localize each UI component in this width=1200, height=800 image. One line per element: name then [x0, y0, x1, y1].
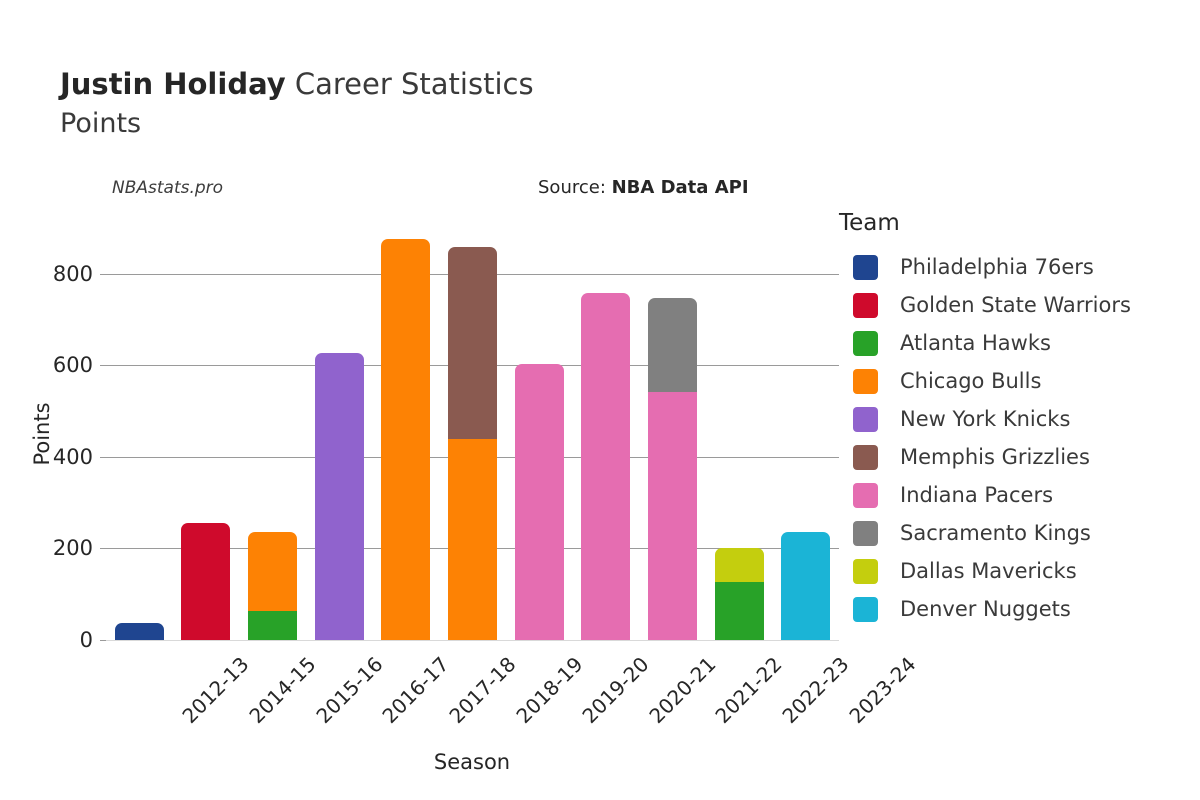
watermark: NBAstats.pro	[112, 178, 224, 198]
y-tick-label: 0	[79, 628, 93, 652]
legend-item-label: New York Knicks	[900, 407, 1071, 431]
bar-segment[interactable]	[514, 364, 564, 640]
bar-stack[interactable]	[581, 228, 631, 640]
legend-item-label: Atlanta Hawks	[900, 331, 1051, 355]
legend-swatch-icon	[853, 406, 878, 432]
bar-stack[interactable]	[181, 228, 231, 640]
source-note: Source: NBA Data API	[538, 177, 749, 198]
y-tick-label: 800	[52, 261, 93, 286]
legend-item-label: Sacramento Kings	[900, 521, 1091, 545]
legend-item-label: Denver Nuggets	[900, 597, 1071, 621]
bar-stack[interactable]	[248, 228, 298, 640]
bar-stack[interactable]	[647, 228, 697, 640]
x-tick-label: 2020-21	[644, 652, 721, 729]
legend-item[interactable]: Denver Nuggets	[839, 590, 1189, 628]
x-tick-label: 2018-19	[510, 652, 588, 729]
bar-segment[interactable]	[181, 522, 231, 640]
bar-segment[interactable]	[248, 611, 298, 640]
bar-stack[interactable]	[448, 228, 497, 640]
source-value: NBA Data API	[611, 177, 749, 198]
bar-stack[interactable]	[314, 228, 364, 640]
legend-item[interactable]: Memphis Grizzlies	[839, 438, 1189, 476]
legend-item-label: Memphis Grizzlies	[900, 445, 1090, 469]
legend-item-label: Golden State Warriors	[900, 293, 1131, 317]
bar-stack[interactable]	[381, 228, 431, 640]
legend-item[interactable]: Golden State Warriors	[839, 286, 1189, 324]
legend-items: Philadelphia 76ers Golden State Warriors A…	[839, 248, 1189, 628]
legend-swatch-icon	[853, 596, 878, 622]
y-tick-mark	[100, 365, 106, 367]
x-tick-label: 2022-23	[777, 652, 854, 729]
bar-segment[interactable]	[581, 293, 631, 640]
x-tick-label: 2015-16	[311, 652, 388, 729]
stat-name: Points	[60, 108, 142, 139]
legend-swatch-icon	[853, 368, 878, 394]
y-tick-label: 200	[52, 536, 93, 561]
bar-stack[interactable]	[781, 228, 831, 640]
legend-swatch-icon	[853, 520, 878, 546]
bar-segment[interactable]	[647, 298, 697, 392]
bar-segment[interactable]	[114, 623, 164, 640]
x-tick-label: 2014-15	[244, 652, 321, 729]
legend-item[interactable]: Sacramento Kings	[839, 514, 1189, 552]
bar-segment[interactable]	[781, 532, 831, 640]
x-tick-label: 2017-18	[444, 652, 521, 729]
legend-item[interactable]: Philadelphia 76ers	[839, 248, 1189, 286]
y-tick-mark	[100, 456, 106, 458]
bar-segment[interactable]	[714, 548, 764, 582]
x-tick-label: 2021-22	[710, 652, 787, 729]
legend-swatch-icon	[853, 482, 878, 508]
bar-stack[interactable]	[514, 228, 564, 640]
legend-item[interactable]: New York Knicks	[839, 400, 1189, 438]
bar-stack[interactable]	[714, 228, 764, 640]
source-prefix: Source:	[538, 177, 612, 198]
bar-segment[interactable]	[314, 352, 364, 640]
legend-item[interactable]: Dallas Mavericks	[839, 552, 1189, 590]
legend-item-label: Chicago Bulls	[900, 369, 1042, 393]
legend-swatch-icon	[853, 558, 878, 584]
legend-item[interactable]: Indiana Pacers	[839, 476, 1189, 514]
legend-item-label: Philadelphia 76ers	[900, 255, 1094, 279]
bar-stack[interactable]	[114, 228, 164, 640]
x-axis-label: Season	[433, 750, 511, 774]
bar-segment[interactable]	[248, 531, 298, 612]
bar-segment[interactable]	[647, 391, 697, 640]
page-title: Justin Holiday Career Statistics Points	[60, 66, 534, 142]
y-tick-mark	[100, 548, 106, 550]
y-tick-label: 600	[52, 353, 93, 378]
x-tick-label: 2023-24	[844, 652, 921, 729]
y-tick-mark	[100, 273, 106, 275]
legend-swatch-icon	[853, 330, 878, 356]
legend-swatch-icon	[853, 254, 878, 280]
player-name: Justin Holiday	[60, 67, 286, 101]
x-tick-label: 2019-20	[577, 652, 654, 729]
x-tick-label: 2016-17	[377, 652, 454, 729]
title-line-primary: Justin Holiday Career Statistics	[60, 66, 534, 102]
chart-page: Justin Holiday Career Statistics Points …	[0, 0, 1200, 800]
legend-item[interactable]: Atlanta Hawks	[839, 324, 1189, 362]
legend-swatch-icon	[853, 444, 878, 470]
bar-segment[interactable]	[448, 247, 497, 439]
title-suffix: Career Statistics	[285, 67, 534, 101]
legend-item[interactable]: Chicago Bulls	[839, 362, 1189, 400]
x-tick-label: 2012-13	[177, 652, 254, 729]
legend-item-label: Dallas Mavericks	[900, 559, 1077, 583]
legend-title: Team	[839, 210, 900, 236]
axis-baseline	[106, 640, 839, 641]
y-tick-label: 400	[52, 444, 93, 469]
bar-segment[interactable]	[714, 581, 764, 640]
legend-swatch-icon	[853, 292, 878, 318]
y-axis-label: Points	[30, 402, 54, 466]
legend-item-label: Indiana Pacers	[900, 483, 1054, 507]
bar-segment[interactable]	[381, 238, 431, 640]
bar-segment[interactable]	[448, 438, 497, 640]
plot-area: Points 0 200 400 600 800 2012-13 2014-15 2015-…	[30, 228, 920, 774]
legend: Team Philadelphia 76ers Golden State Warr…	[839, 210, 1189, 628]
